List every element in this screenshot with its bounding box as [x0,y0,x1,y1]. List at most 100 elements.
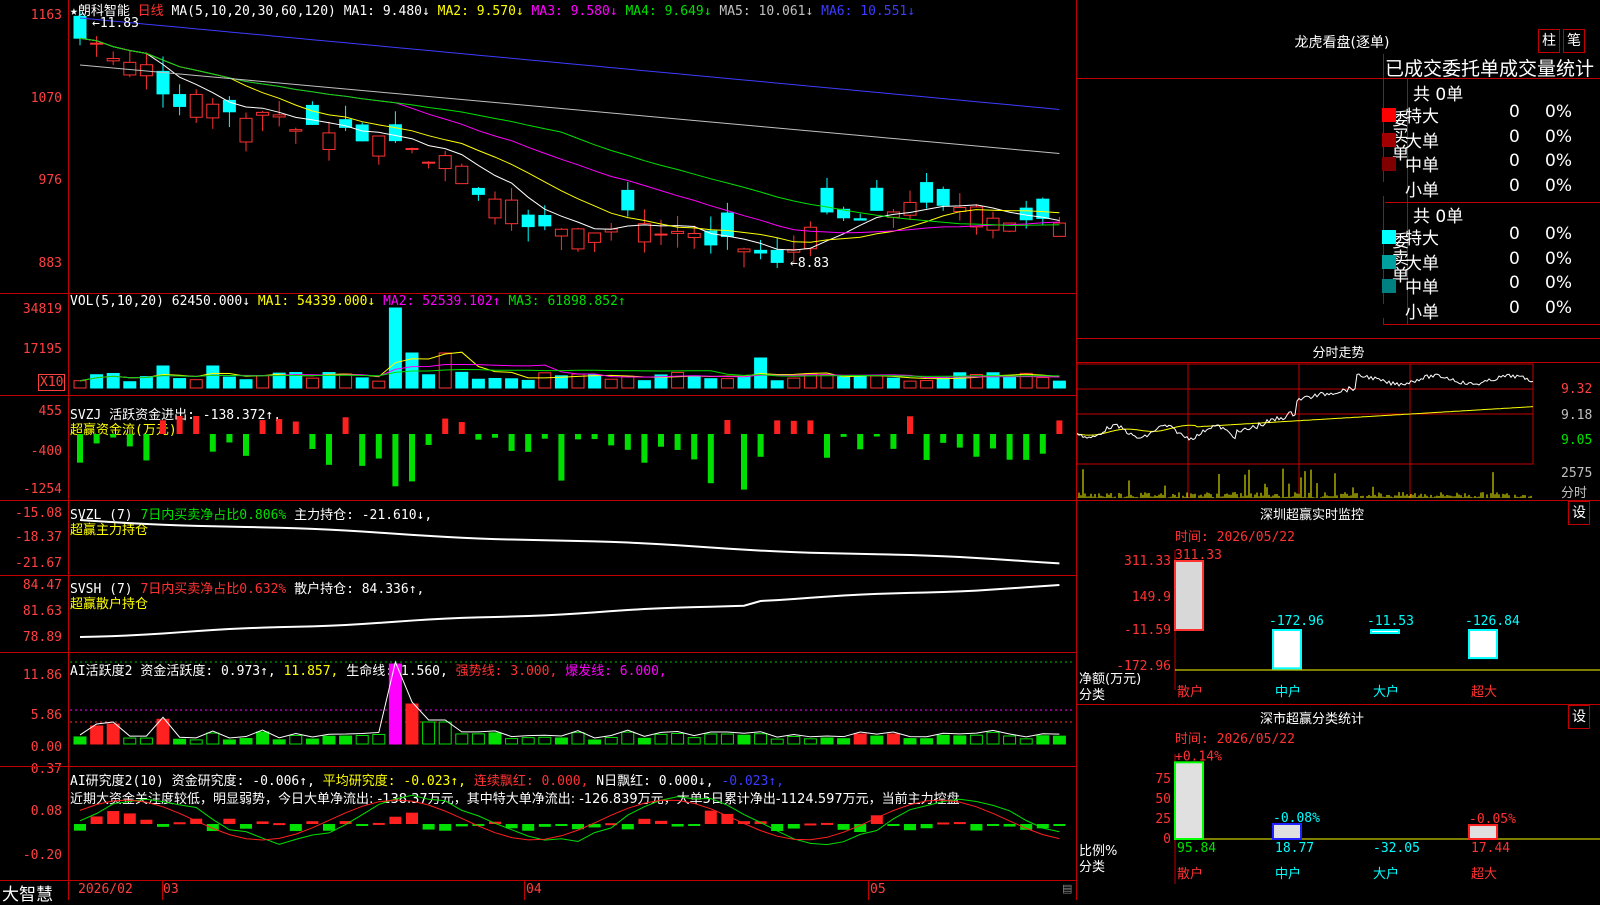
sz-monitor-bar-label: -11.53 [1367,614,1414,629]
ai-active-bar [289,734,303,745]
volume-panel[interactable]: VOL(5,10,20) 62450.000↓ MA1: 54339.000↓ … [0,294,1076,394]
x-label: 03 [163,882,179,897]
ai-active-bar [405,703,419,745]
pen-mode-button[interactable]: 笔 [1563,29,1585,53]
order-name: 大单 [1405,253,1439,274]
svzj-bar [641,434,648,463]
ai-active-bar [920,738,934,745]
svzl-line [79,519,1060,565]
sz-monitor-settings-button[interactable]: 设 [1568,501,1590,525]
candle [239,117,253,143]
sz-monitor-bar-label: -172.96 [1269,614,1324,629]
ai-active-bar [936,734,950,745]
ai-active-panel[interactable]: AI活跃度2 资金活跃度: 0.973↑, 11.857, 生命线: 1.560… [0,660,1076,755]
svzj-bar [1023,434,1030,460]
sz-monitor-cat-label: 超大 [1471,685,1497,700]
svzj-bar [790,420,797,434]
intraday-chart[interactable] [1077,362,1600,500]
ai-research-chart[interactable] [0,770,1076,880]
ai-research-bar [688,824,701,826]
svzj-bar [1039,434,1046,454]
ai-active-bar [505,738,519,745]
sz-class-bottom-value: 17.44 [1471,841,1510,856]
candle [554,228,568,237]
volume-bar [1036,377,1050,389]
svzj-bar [674,434,681,450]
svzj-bar [193,416,200,434]
volume-bar [355,377,369,389]
volume-bar [505,378,519,389]
kline-panel[interactable]: ★朗科智能 日线 MA(5,10,20,30,60,120) MA1: 9.48… [0,0,1076,271]
candle [936,188,950,206]
volume-bar [455,371,469,389]
order-swatch [1382,132,1396,147]
volume-bar [1003,377,1017,389]
volume-bar [687,375,701,389]
ai-research-bar [256,821,269,824]
intraday-y: 9.32 [1561,382,1593,397]
lock-icon[interactable]: ▤ [1062,882,1072,895]
order-swatch [1382,303,1396,318]
svzj-bar [575,434,581,440]
sz-class-cat: 分类 [1079,860,1106,875]
ai-active-chart[interactable] [0,660,1076,754]
ai-active-bar [488,732,502,745]
svzj-panel[interactable]: SVZJ 活跃资金进出: -138.372↑, 超赢资金流(万元) 455 -4… [0,404,1076,500]
ai-research-bar [173,822,186,825]
sz-class-settings-button[interactable]: 设 [1568,705,1590,729]
ai-active-bar [604,736,618,745]
order-swatch [1382,157,1396,171]
svzl-panel[interactable]: SVZL (7) 7日内买卖净占比0.806% 主力持仓: -21.610↓, … [0,506,1076,572]
ai-research-bar [655,820,667,824]
ai-active-bar [471,733,485,745]
kline-chart[interactable] [0,0,1076,268]
svzj-bar [326,434,332,465]
candle [206,103,220,119]
order-swatch [1382,230,1396,244]
svzj-chart[interactable] [0,404,1076,500]
ai-active-bar [986,731,1000,745]
svzl-chart[interactable] [0,506,1076,572]
svzj-bar [409,434,415,482]
ai-active-bar [886,733,900,745]
ai-research-bar [90,816,103,824]
sz-monitor-chart[interactable]: 311.33149.9-11.59-172.96311.33散户-172.96中… [1077,540,1600,704]
candle [571,228,585,250]
volume-bar [339,373,353,389]
intraday-y: 9.05 [1561,433,1593,448]
ai-active-bar [687,737,701,745]
svzj-bar [741,434,747,490]
order-pct: 0% [1545,126,1572,147]
ma1-line [79,37,1060,251]
bar-mode-button[interactable]: 柱 [1538,29,1560,53]
ai-research-bar [621,824,634,830]
volume-bar [372,380,386,389]
svzj-bar [890,434,897,449]
candle [305,104,319,125]
sz-class-chart[interactable]: 75 50 25 0 +0.14% 95.84 散户 -0.08% 18.77 中户 -32.05 大… [1077,744,1600,900]
ai-research-bar [522,824,535,831]
svsh-panel[interactable]: SVSH (7) 7日内买卖净占比0.632% 散户持仓: 84.336↑, 超… [0,578,1076,650]
ai-research-bar [771,824,784,832]
candle [870,187,884,211]
ai-research-bar [837,824,850,830]
svsh-chart[interactable] [0,580,1076,650]
right-panel: 龙虎看盘(逐单) 柱 笔 已成交委托单成交量统计 委买单 共 0单 委卖单 共 … [1077,0,1600,900]
sz-monitor-cat-label: 中户 [1275,684,1301,700]
volume-chart[interactable] [0,294,1076,394]
volume-bar [206,365,220,389]
ai-research-panel[interactable]: AI研究度2(10) 资金研究度: -0.006↑, 平均研究度: -0.023… [0,762,1076,880]
intraday-price-line [1077,373,1534,441]
candle [920,182,934,203]
volume-bar [73,380,87,389]
candle [637,223,651,243]
ai-research-bar [638,818,651,824]
ai-active-bar [554,737,568,745]
svzj-bar [857,434,864,450]
ai-active-bar [953,735,967,745]
sz-class-bottom-value: -32.05 [1373,841,1420,856]
candle [438,155,452,170]
candle [505,199,519,225]
order-count: 0 [1509,175,1520,196]
sz-class-pct-label: -0.08% [1273,811,1320,826]
